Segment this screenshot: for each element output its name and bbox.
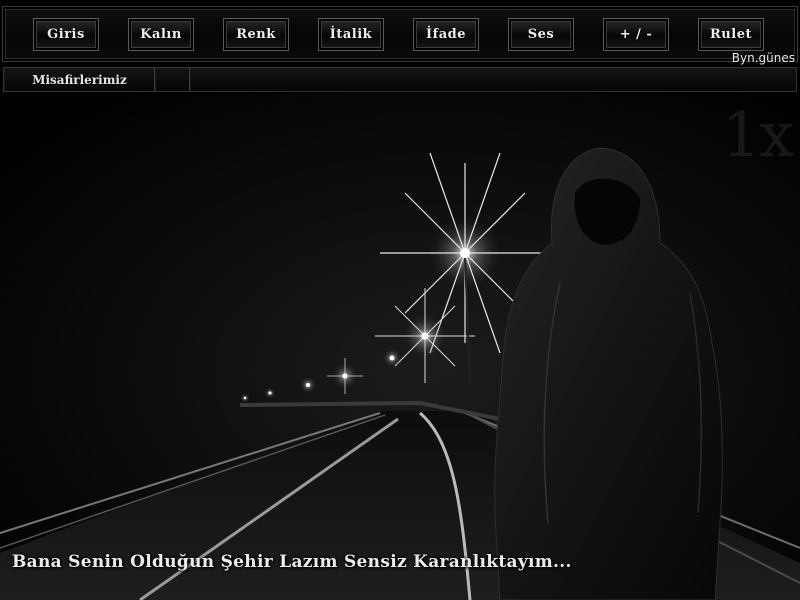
watermark-text: 1x bbox=[721, 98, 794, 171]
guests-tab-label: Misafirlerimiz bbox=[32, 72, 127, 87]
background-scene bbox=[0, 93, 800, 600]
emoticon-button-label: İfade bbox=[426, 27, 466, 42]
emoticon-button[interactable]: İfade bbox=[413, 18, 479, 51]
chat-page: 1x Giris Kalın Renk İtalik İfade Ses + /… bbox=[0, 0, 800, 600]
italic-button[interactable]: İtalik bbox=[318, 18, 384, 51]
author-credit: Byn.günes bbox=[731, 51, 795, 65]
guests-tab[interactable]: Misafirlerimiz bbox=[4, 68, 155, 91]
giris-button[interactable]: Giris bbox=[33, 18, 99, 51]
sound-button-label: Ses bbox=[527, 27, 555, 42]
night-road-image bbox=[0, 93, 800, 600]
sound-button[interactable]: Ses bbox=[508, 18, 574, 51]
guest-list-cell bbox=[190, 68, 796, 91]
roulette-button[interactable]: Rulet bbox=[698, 18, 764, 51]
caption-text: Bana Senin Olduğun Şehir Lazım Sensiz Ka… bbox=[12, 552, 572, 572]
guest-count-cell bbox=[155, 68, 190, 91]
giris-button-label: Giris bbox=[47, 27, 85, 42]
font-size-button[interactable]: + / - bbox=[603, 18, 669, 51]
color-button-label: Renk bbox=[236, 27, 276, 42]
italic-button-label: İtalik bbox=[329, 27, 373, 42]
roulette-button-label: Rulet bbox=[710, 27, 752, 42]
guests-bar: Misafirlerimiz bbox=[3, 67, 797, 92]
top-toolbar: Giris Kalın Renk İtalik İfade Ses + / - … bbox=[2, 6, 798, 62]
bold-button[interactable]: Kalın bbox=[128, 18, 194, 51]
color-button[interactable]: Renk bbox=[223, 18, 289, 51]
bold-button-label: Kalın bbox=[140, 27, 182, 42]
font-size-button-label: + / - bbox=[619, 27, 653, 42]
